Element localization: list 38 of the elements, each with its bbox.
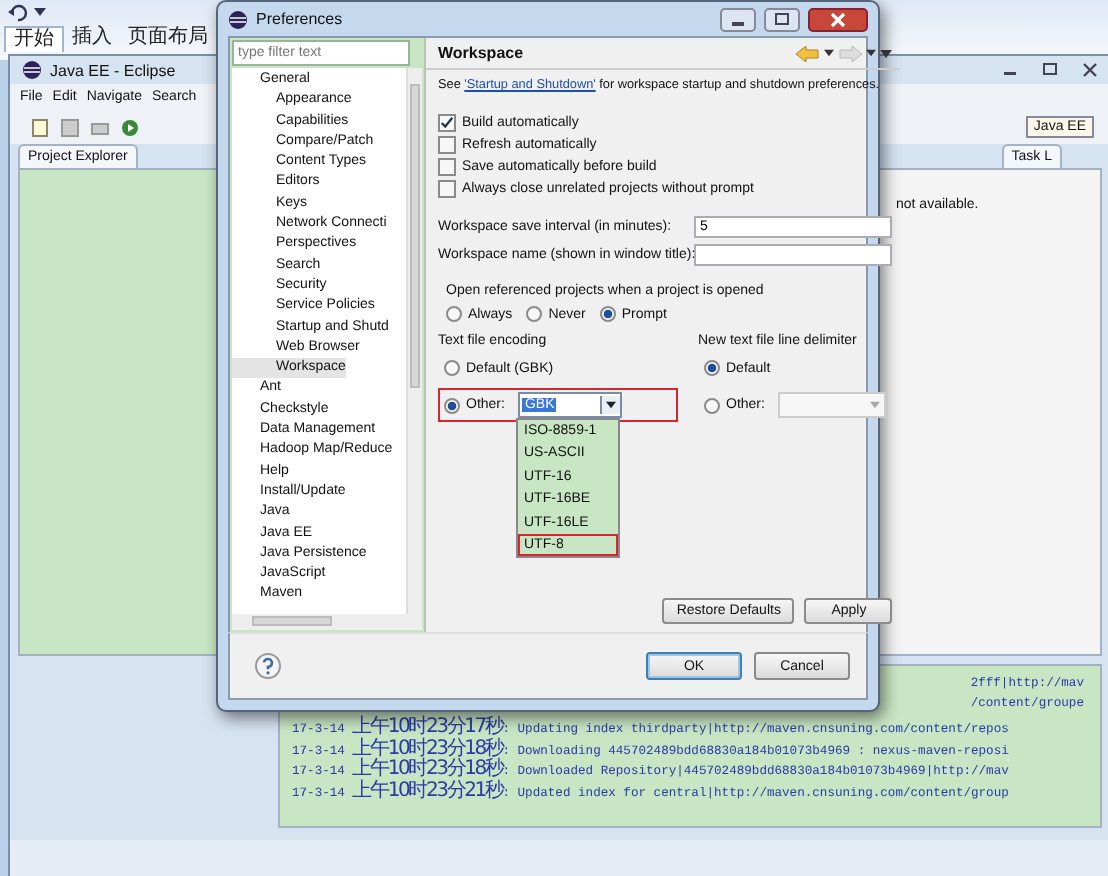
checkbox[interactable] (438, 136, 456, 154)
radio-button[interactable] (444, 360, 460, 376)
save-icon[interactable] (60, 117, 80, 137)
radio-button[interactable] (444, 397, 460, 413)
ribbon-tab[interactable]: 开始 (4, 26, 64, 52)
scrollbar[interactable] (232, 614, 422, 630)
maximize-icon[interactable] (1038, 62, 1062, 78)
dialog-title: Preferences (256, 10, 343, 28)
help-icon[interactable] (254, 652, 282, 680)
undo-icon[interactable] (8, 1, 28, 21)
page-title: Workspace (438, 44, 524, 62)
dropdown-arrow-icon[interactable] (606, 400, 617, 410)
menu-arrow-icon[interactable] (880, 47, 893, 59)
run-icon[interactable] (120, 117, 140, 137)
ribbon-tab[interactable]: 插入 (64, 26, 120, 52)
radio-button[interactable] (526, 306, 543, 322)
minimize-icon[interactable] (720, 7, 756, 31)
eclipse-icon (22, 60, 42, 80)
eclipse-icon (228, 9, 248, 29)
text-field[interactable] (694, 244, 893, 266)
maximize-icon[interactable] (764, 7, 800, 31)
window-title: Java EE - Eclipse (50, 61, 176, 79)
ribbon-tab[interactable]: 页面布局 (120, 26, 216, 52)
dropdown-arrow-icon[interactable] (866, 48, 877, 58)
dropdown-arrow-icon[interactable] (34, 5, 46, 17)
close-icon[interactable] (1078, 62, 1102, 78)
dropdown-arrow-icon[interactable] (824, 48, 835, 58)
checkbox[interactable] (438, 158, 456, 176)
scrollbar[interactable] (406, 68, 422, 614)
radio-button[interactable] (704, 397, 720, 413)
new-file-icon[interactable] (30, 117, 50, 137)
checkbox[interactable] (438, 114, 456, 132)
checkbox[interactable] (438, 180, 456, 198)
radio-button[interactable] (599, 306, 616, 322)
radio-button[interactable] (704, 360, 720, 376)
print-icon[interactable] (90, 117, 110, 137)
close-icon[interactable] (808, 7, 868, 31)
radio-button[interactable] (446, 306, 462, 322)
